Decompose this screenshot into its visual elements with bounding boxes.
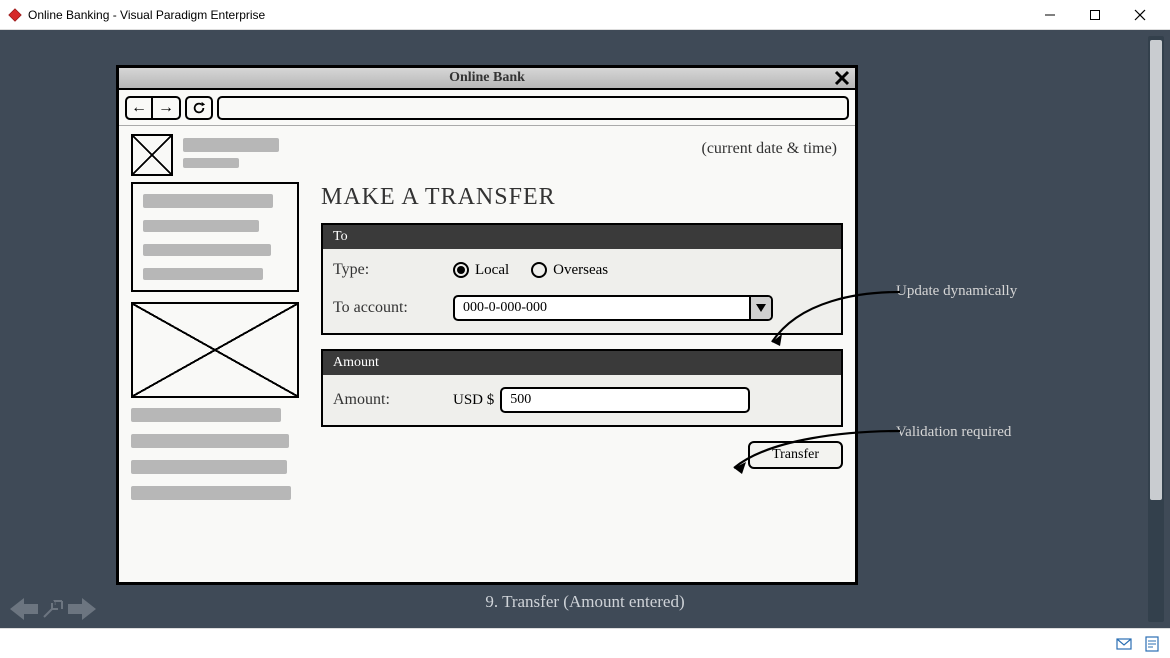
expand-slide-button[interactable]: T — [42, 599, 64, 619]
wireframe-toolbar: ← → — [119, 90, 855, 126]
type-label: Type: — [333, 261, 453, 279]
app-titlebar: Online Banking - Visual Paradigm Enterpr… — [0, 0, 1170, 30]
annotation-validation: Validation required — [896, 424, 1011, 441]
panel-amount-header: Amount — [323, 351, 841, 375]
page-heading: MAKE A TRANSFER — [321, 184, 843, 211]
nav-back-forward: ← → — [125, 96, 181, 120]
sidebar-text-line — [131, 408, 281, 422]
radio-icon — [531, 262, 547, 278]
nav-back-button[interactable]: ← — [127, 98, 153, 118]
slide-caption: 9. Transfer (Amount entered) — [0, 592, 1170, 612]
sidebar-image-placeholder — [131, 302, 299, 398]
sidebar-text-line — [131, 434, 289, 448]
amount-input[interactable]: 500 — [500, 387, 750, 413]
username-placeholder — [183, 138, 279, 152]
window-close-button[interactable] — [1117, 1, 1162, 29]
radio-local[interactable]: Local — [453, 262, 509, 279]
sidebar-item[interactable] — [143, 268, 263, 280]
sidebar-text-line — [131, 486, 291, 500]
wireframe-titlebar: Online Bank — [119, 68, 855, 90]
datetime-placeholder: (current date & time) — [702, 140, 838, 158]
sidebar-item[interactable] — [143, 244, 271, 256]
mail-icon[interactable] — [1116, 636, 1132, 652]
annotation-update: Update dynamically — [896, 283, 1017, 300]
amount-label: Amount: — [333, 391, 453, 409]
sidebar-item[interactable] — [143, 194, 273, 208]
status-bar — [0, 628, 1170, 658]
radio-overseas-label: Overseas — [553, 262, 608, 279]
next-slide-button[interactable] — [68, 598, 96, 620]
canvas-scrollbar[interactable] — [1148, 36, 1164, 622]
dropdown-arrow-icon — [749, 297, 771, 319]
window-minimize-button[interactable] — [1027, 1, 1072, 29]
main-content: MAKE A TRANSFER To Type: Local — [321, 182, 843, 500]
sidebar-menu — [131, 182, 299, 292]
scrollbar-thumb[interactable] — [1150, 40, 1162, 500]
radio-icon — [453, 262, 469, 278]
sidebar-text-block — [131, 408, 299, 500]
nav-forward-button[interactable]: → — [153, 98, 179, 118]
slide-nav: T — [10, 598, 96, 620]
app-title: Online Banking - Visual Paradigm Enterpr… — [28, 8, 1027, 22]
wireframe-browser-window: Online Bank ← → (current date & time) — [116, 65, 858, 585]
svg-text:T: T — [53, 600, 58, 607]
user-subtext-placeholder — [183, 158, 239, 168]
avatar-placeholder — [131, 134, 173, 176]
nav-reload-button[interactable] — [185, 96, 213, 120]
app-icon — [8, 8, 22, 22]
to-account-value: 000-0-000-000 — [455, 300, 749, 316]
amount-value: 500 — [510, 392, 531, 408]
url-bar[interactable] — [217, 96, 849, 120]
currency-label: USD $ — [453, 392, 494, 409]
prev-slide-button[interactable] — [10, 598, 38, 620]
sidebar-item[interactable] — [143, 220, 259, 232]
transfer-button[interactable]: Transfer — [748, 441, 843, 469]
wireframe-title: Online Bank — [449, 70, 525, 86]
panel-to: To Type: Local Overseas — [321, 223, 843, 335]
wireframe-close-icon[interactable] — [831, 68, 853, 88]
sidebar-text-line — [131, 460, 287, 474]
radio-local-label: Local — [475, 262, 509, 279]
design-canvas[interactable]: Online Bank ← → (current date & time) — [0, 30, 1170, 628]
to-account-select[interactable]: 000-0-000-000 — [453, 295, 773, 321]
panel-amount: Amount Amount: USD $ 500 — [321, 349, 843, 427]
panel-to-header: To — [323, 225, 841, 249]
report-icon[interactable] — [1144, 636, 1160, 652]
radio-overseas[interactable]: Overseas — [531, 262, 608, 279]
sidebar — [131, 182, 299, 500]
to-account-label: To account: — [333, 299, 453, 317]
window-maximize-button[interactable] — [1072, 1, 1117, 29]
